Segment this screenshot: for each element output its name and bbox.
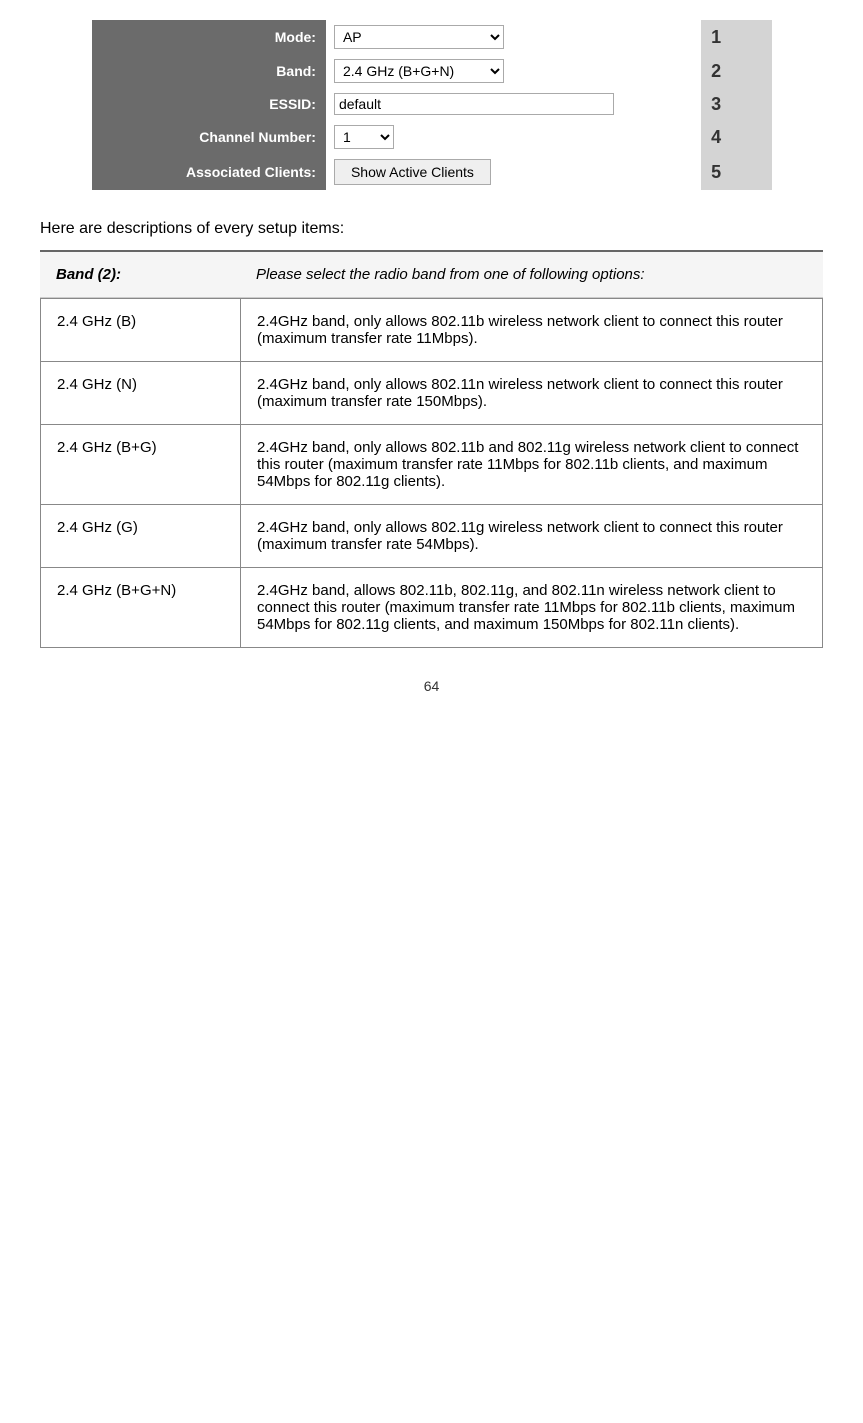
essid-value[interactable] bbox=[326, 88, 701, 120]
band-option-def-3: 2.4GHz band, only allows 802.11g wireles… bbox=[241, 505, 823, 568]
desc-header-def: Please select the radio band from one of… bbox=[240, 252, 823, 298]
description-table: Band (2): Please select the radio band f… bbox=[40, 252, 823, 298]
essid-number: 3 bbox=[701, 88, 771, 120]
essid-label: ESSID: bbox=[92, 88, 326, 120]
description-intro: Here are descriptions of every setup ite… bbox=[40, 220, 823, 238]
clients-value[interactable]: Show Active Clients bbox=[326, 154, 701, 190]
band-row: Band: 2.4 GHz (B) 2.4 GHz (N) 2.4 GHz (B… bbox=[92, 54, 772, 88]
settings-table: Mode: AP Client WDS AP+WDS 1 Band: 2.4 G… bbox=[92, 20, 772, 190]
band-option-def-0: 2.4GHz band, only allows 802.11b wireles… bbox=[241, 299, 823, 362]
desc-header-row: Band (2): Please select the radio band f… bbox=[40, 252, 823, 298]
band-value[interactable]: 2.4 GHz (B) 2.4 GHz (N) 2.4 GHz (B+G) 2.… bbox=[326, 54, 701, 88]
band-option-def-4: 2.4GHz band, allows 802.11b, 802.11g, an… bbox=[241, 568, 823, 648]
band-option-term-4: 2.4 GHz (B+G+N) bbox=[41, 568, 241, 648]
band-option-term-0: 2.4 GHz (B) bbox=[41, 299, 241, 362]
band-option-row-4: 2.4 GHz (B+G+N)2.4GHz band, allows 802.1… bbox=[41, 568, 823, 648]
channel-row: Channel Number: 1 2 3 4 5 6 7 8 9 10 11 … bbox=[92, 120, 772, 154]
channel-value[interactable]: 1 2 3 4 5 6 7 8 9 10 11 12 13 bbox=[326, 120, 701, 154]
band-option-term-2: 2.4 GHz (B+G) bbox=[41, 425, 241, 505]
mode-value[interactable]: AP Client WDS AP+WDS bbox=[326, 20, 701, 54]
clients-row: Associated Clients: Show Active Clients … bbox=[92, 154, 772, 190]
band-options-table: 2.4 GHz (B)2.4GHz band, only allows 802.… bbox=[40, 298, 823, 648]
mode-label: Mode: bbox=[92, 20, 326, 54]
show-active-clients-button[interactable]: Show Active Clients bbox=[334, 159, 491, 185]
mode-number: 1 bbox=[701, 20, 771, 54]
channel-number: 4 bbox=[701, 120, 771, 154]
essid-row: ESSID: 3 bbox=[92, 88, 772, 120]
desc-header-term: Band (2): bbox=[40, 252, 240, 298]
channel-select[interactable]: 1 2 3 4 5 6 7 8 9 10 11 12 13 bbox=[334, 125, 394, 149]
band-option-term-3: 2.4 GHz (G) bbox=[41, 505, 241, 568]
essid-input[interactable] bbox=[334, 93, 614, 115]
channel-label: Channel Number: bbox=[92, 120, 326, 154]
mode-row: Mode: AP Client WDS AP+WDS 1 bbox=[92, 20, 772, 54]
band-option-row-2: 2.4 GHz (B+G)2.4GHz band, only allows 80… bbox=[41, 425, 823, 505]
band-option-row-1: 2.4 GHz (N)2.4GHz band, only allows 802.… bbox=[41, 362, 823, 425]
band-option-def-1: 2.4GHz band, only allows 802.11n wireles… bbox=[241, 362, 823, 425]
band-option-row-3: 2.4 GHz (G)2.4GHz band, only allows 802.… bbox=[41, 505, 823, 568]
clients-label: Associated Clients: bbox=[92, 154, 326, 190]
band-select[interactable]: 2.4 GHz (B) 2.4 GHz (N) 2.4 GHz (B+G) 2.… bbox=[334, 59, 504, 83]
band-label: Band: bbox=[92, 54, 326, 88]
band-option-row-0: 2.4 GHz (B)2.4GHz band, only allows 802.… bbox=[41, 299, 823, 362]
band-number: 2 bbox=[701, 54, 771, 88]
mode-select[interactable]: AP Client WDS AP+WDS bbox=[334, 25, 504, 49]
clients-number: 5 bbox=[701, 154, 771, 190]
band-option-term-1: 2.4 GHz (N) bbox=[41, 362, 241, 425]
band-option-def-2: 2.4GHz band, only allows 802.11b and 802… bbox=[241, 425, 823, 505]
page-number: 64 bbox=[40, 678, 823, 694]
